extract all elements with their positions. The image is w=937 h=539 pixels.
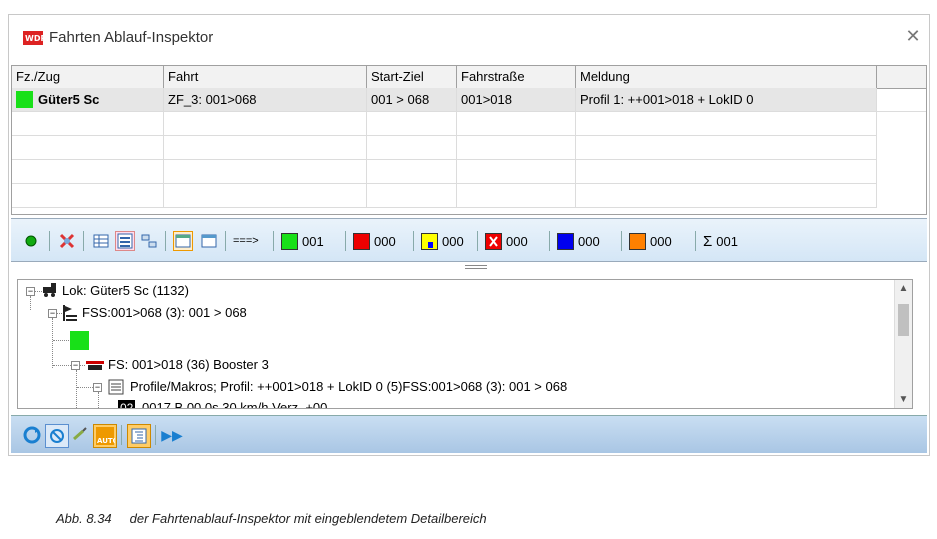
- status-color-swatch: [70, 331, 89, 350]
- counter-red[interactable]: 000: [353, 231, 396, 251]
- cell-vehicle: Güter5 Sc: [12, 88, 164, 112]
- route-flag-icon: [63, 305, 77, 321]
- svg-text:AUTO: AUTO: [97, 437, 115, 445]
- table-view-icon[interactable]: [91, 231, 111, 251]
- counter-yellow[interactable]: 000: [421, 231, 464, 251]
- cell-trip: ZF_3: 001>068: [164, 88, 367, 112]
- detail-view-icon[interactable]: [115, 231, 135, 251]
- inspector-window: WDP Fahrten Ablauf-Inspektor ✕ Fz./Zug F…: [8, 14, 930, 456]
- counter-blue[interactable]: 000: [557, 231, 600, 251]
- counter-orange[interactable]: 000: [629, 231, 672, 251]
- table-row: [12, 160, 926, 184]
- tree-node-step[interactable]: 0017 B 00.0s 30 km/h Verz. +00: [142, 398, 327, 408]
- cell-route: 001>018: [457, 88, 576, 112]
- col-header-message[interactable]: Meldung: [576, 66, 877, 88]
- collapse-toggle[interactable]: −: [93, 383, 102, 392]
- close-button[interactable]: ✕: [903, 25, 923, 47]
- app-logo-icon: WDP: [23, 31, 43, 45]
- collapse-toggle[interactable]: −: [48, 309, 57, 318]
- figure-caption: Abb. 8.34 der Fahrtenablauf-Inspektor mit…: [56, 511, 487, 526]
- trips-table: Fz./Zug Fahrt Start-Ziel Fahrstraße Meld…: [11, 65, 927, 215]
- locomotive-icon: [43, 283, 56, 297]
- bottom-toolbar: AUTO ▶▶: [11, 415, 927, 453]
- col-header-trip[interactable]: Fahrt: [164, 66, 367, 88]
- collapse-toggle[interactable]: −: [71, 361, 80, 370]
- table-row[interactable]: Güter5 Sc ZF_3: 001>068 001 > 068 001>01…: [12, 88, 926, 112]
- cell-message: Profil 1: ++001>018 + LokID 0: [576, 88, 877, 112]
- sum-icon: Σ: [703, 232, 713, 250]
- scrollbar-thumb[interactable]: [898, 304, 909, 336]
- tree-node-fs[interactable]: FS: 001>018 (36) Booster 3: [108, 355, 269, 375]
- tree-node-lok[interactable]: Lok: Güter5 Sc (1132): [62, 281, 189, 301]
- window-title: Fahrten Ablauf-Inspektor: [49, 29, 214, 46]
- status-toolbar: ===> 001 000 000 000 000 000 Σ 001: [11, 218, 927, 262]
- table-row: [12, 112, 926, 136]
- auto-refresh-icon[interactable]: [45, 424, 69, 448]
- vertical-scrollbar[interactable]: ▲ ▼: [894, 280, 912, 408]
- window-restore-icon[interactable]: [199, 231, 219, 251]
- table-header: Fz./Zug Fahrt Start-Ziel Fahrstraße Meld…: [12, 66, 926, 89]
- counter-red-x[interactable]: 000: [485, 231, 528, 251]
- green-dot-icon[interactable]: [21, 231, 41, 251]
- cell-start-goal: 001 > 068: [367, 88, 457, 112]
- svg-text:WDP: WDP: [25, 34, 43, 43]
- cell-empty: [877, 88, 926, 112]
- blue-square-icon: [557, 232, 574, 250]
- red-x-square-icon: [485, 232, 502, 250]
- sum-counter[interactable]: Σ 001: [703, 231, 738, 251]
- status-color-swatch: [16, 91, 33, 109]
- delete-route-icon[interactable]: [57, 231, 77, 251]
- col-header-route[interactable]: Fahrstraße: [457, 66, 576, 88]
- orange-square-icon: [629, 232, 646, 250]
- arrow-button[interactable]: ===>: [233, 231, 259, 251]
- step-badge: 02: [118, 400, 136, 408]
- counter-green[interactable]: 001: [281, 231, 324, 251]
- window-yellow-icon[interactable]: [173, 231, 193, 251]
- table-row: [12, 184, 926, 208]
- fast-forward-icon[interactable]: ▶▶: [161, 424, 183, 446]
- detail-tree: − Lok: Güter5 Sc (1132) − FSS:001>068 (3…: [17, 279, 913, 409]
- table-row: [12, 136, 926, 160]
- profile-list-icon: [108, 379, 124, 395]
- pane-splitter[interactable]: [465, 265, 487, 269]
- refresh-icon[interactable]: [21, 424, 43, 446]
- green-square-icon: [281, 232, 298, 250]
- scroll-down-icon[interactable]: ▼: [895, 391, 912, 408]
- title-bar: WDP Fahrten Ablauf-Inspektor ✕: [9, 15, 929, 65]
- tree-node-profile[interactable]: Profile/Makros; Profil: ++001>018 + LokI…: [130, 377, 567, 397]
- scroll-up-icon[interactable]: ▲: [895, 280, 912, 297]
- auto-mode-icon[interactable]: AUTO: [93, 424, 117, 448]
- train-route-icon: [86, 361, 104, 370]
- col-header-start-goal[interactable]: Start-Ziel: [367, 66, 457, 88]
- yellow-square-icon: [421, 232, 438, 250]
- red-square-icon: [353, 232, 370, 250]
- brush-icon[interactable]: [69, 424, 91, 446]
- tree-panel-icon[interactable]: [127, 424, 151, 448]
- col-header-vehicle[interactable]: Fz./Zug: [12, 66, 164, 88]
- tree-layout-icon[interactable]: [139, 231, 159, 251]
- tree-node-fss[interactable]: FSS:001>068 (3): 001 > 068: [82, 303, 247, 323]
- collapse-toggle[interactable]: −: [26, 287, 35, 296]
